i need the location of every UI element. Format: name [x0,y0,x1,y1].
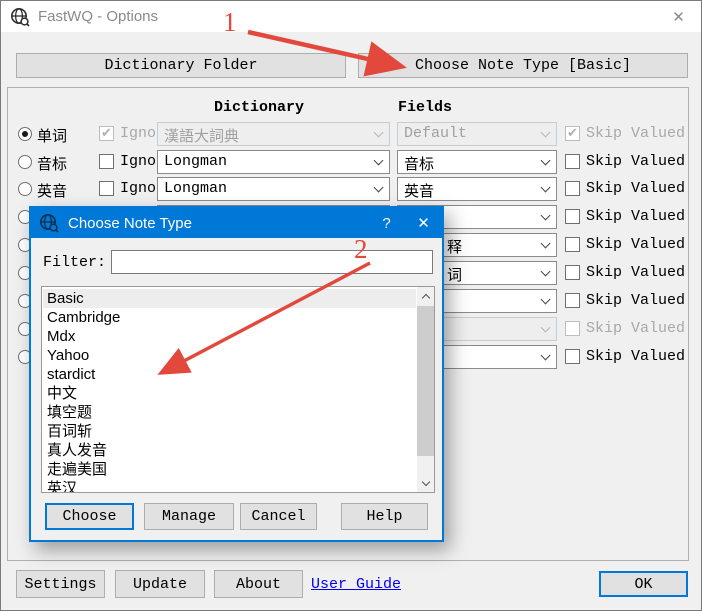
chevron-down-icon [535,234,556,256]
ignore-checkbox[interactable] [99,181,114,196]
dialog-title: Choose Note Type [68,215,192,232]
chevron-down-icon [535,123,556,145]
dictionary-select[interactable]: Longman [157,150,390,174]
scroll-down-icon[interactable] [417,475,434,492]
word-type-label: 音标 [37,153,67,174]
dialog-close-button[interactable]: ✕ [405,208,442,238]
dictionary-column-header: Dictionary [214,99,304,116]
title-bar: FastWQ - Options ✕ [1,1,701,32]
scrollbar-thumb[interactable] [417,306,434,456]
chevron-down-icon [535,262,556,284]
help-button[interactable]: Help [341,503,428,530]
skip-valued-label: Skip Valued [586,153,685,170]
note-type-item[interactable]: 百词斩 [43,422,416,441]
skip-valued-label: Skip Valued [586,236,685,253]
skip-valued-label: Skip Valued [586,180,685,197]
word-type-label: 单词 [37,125,67,146]
dictionary-row: 英音IgnoreLongman英音Skip Valued [1,177,702,201]
chevron-down-icon [535,346,556,368]
skip-valued-label: Skip Valued [586,264,685,281]
chevron-down-icon [368,123,389,145]
word-type-radio[interactable] [18,155,32,169]
note-type-item[interactable]: 真人发音 [43,441,416,460]
word-type-label: 英音 [37,180,67,201]
about-button[interactable]: About [214,570,303,598]
skip-valued-checkbox[interactable] [565,265,580,280]
dictionary-select[interactable]: Longman [157,177,390,201]
fastwq-globe-icon [39,213,59,233]
note-type-item[interactable]: stardict [43,365,416,384]
cancel-button[interactable]: Cancel [240,503,317,530]
manage-button[interactable]: Manage [144,503,234,530]
choose-note-type-dialog: Choose Note Type ? ✕ Filter: BasicCambri… [29,206,444,542]
word-type-radio[interactable] [18,127,32,141]
skip-valued-checkbox[interactable] [565,209,580,224]
options-window: FastWQ - Options ✕ Dictionary Folder Cho… [0,0,702,611]
dialog-button-row: Choose ManageCancel Help [31,503,442,530]
skip-valued-checkbox[interactable] [565,237,580,252]
chevron-down-icon [535,178,556,200]
dialog-help-button[interactable]: ? [368,208,405,238]
filter-input[interactable] [111,250,433,274]
chevron-down-icon [535,290,556,312]
skip-valued-checkbox[interactable] [565,126,580,141]
user-guide-link[interactable]: User Guide [311,576,401,593]
chevron-down-icon [368,151,389,173]
chevron-down-icon [535,151,556,173]
note-type-item[interactable]: Cambridge [43,308,416,327]
note-type-listbox: BasicCambridgeMdxYahoostardict中文填空题百词斩真人… [41,286,435,493]
note-type-item[interactable]: 走遍美国 [43,460,416,479]
choose-note-type-button[interactable]: Choose Note Type [Basic] [358,53,688,78]
ignore-checkbox[interactable] [99,126,114,141]
skip-valued-checkbox[interactable] [565,321,580,336]
filter-label: Filter: [43,254,106,271]
note-type-item[interactable]: 填空题 [43,403,416,422]
fields-column-header: Fields [398,99,452,116]
skip-valued-checkbox[interactable] [565,349,580,364]
note-type-item[interactable]: Mdx [43,327,416,346]
note-type-item[interactable]: 中文 [43,384,416,403]
note-type-item[interactable]: Basic [43,289,416,308]
skip-valued-label: Skip Valued [586,125,685,142]
ignore-checkbox[interactable] [99,154,114,169]
ok-button[interactable]: OK [599,571,688,597]
dialog-title-bar: Choose Note Type ? ✕ [31,208,442,238]
window-title: FastWQ - Options [38,8,158,25]
window-close-button[interactable]: ✕ [656,1,701,32]
dictionary-row: 音标IgnoreLongman音标Skip Valued [1,150,702,174]
note-type-item[interactable]: 英汉 [43,479,416,493]
skip-valued-checkbox[interactable] [565,154,580,169]
update-button[interactable]: Update [115,570,205,598]
dictionary-folder-button[interactable]: Dictionary Folder [16,53,346,78]
dictionary-row: 单词Ignore漢語大詞典DefaultSkip Valued [1,122,702,146]
skip-valued-checkbox[interactable] [565,181,580,196]
chevron-down-icon [368,178,389,200]
dictionary-select[interactable]: 漢語大詞典 [157,122,390,146]
skip-valued-label: Skip Valued [586,208,685,225]
chevron-down-icon [535,318,556,340]
note-type-item[interactable]: Yahoo [43,346,416,365]
settings-button[interactable]: Settings [16,570,105,598]
skip-valued-checkbox[interactable] [565,293,580,308]
chevron-down-icon [535,206,556,228]
fastwq-globe-icon [10,7,30,27]
choose-button[interactable]: Choose [45,503,134,530]
field-select[interactable]: 英音 [397,177,557,201]
scroll-up-icon[interactable] [417,287,434,304]
skip-valued-label: Skip Valued [586,292,685,309]
field-select[interactable]: Default [397,122,557,146]
listbox-scrollbar[interactable] [417,287,434,492]
field-select[interactable]: 音标 [397,150,557,174]
skip-valued-label: Skip Valued [586,348,685,365]
word-type-radio[interactable] [18,182,32,196]
skip-valued-label: Skip Valued [586,320,685,337]
